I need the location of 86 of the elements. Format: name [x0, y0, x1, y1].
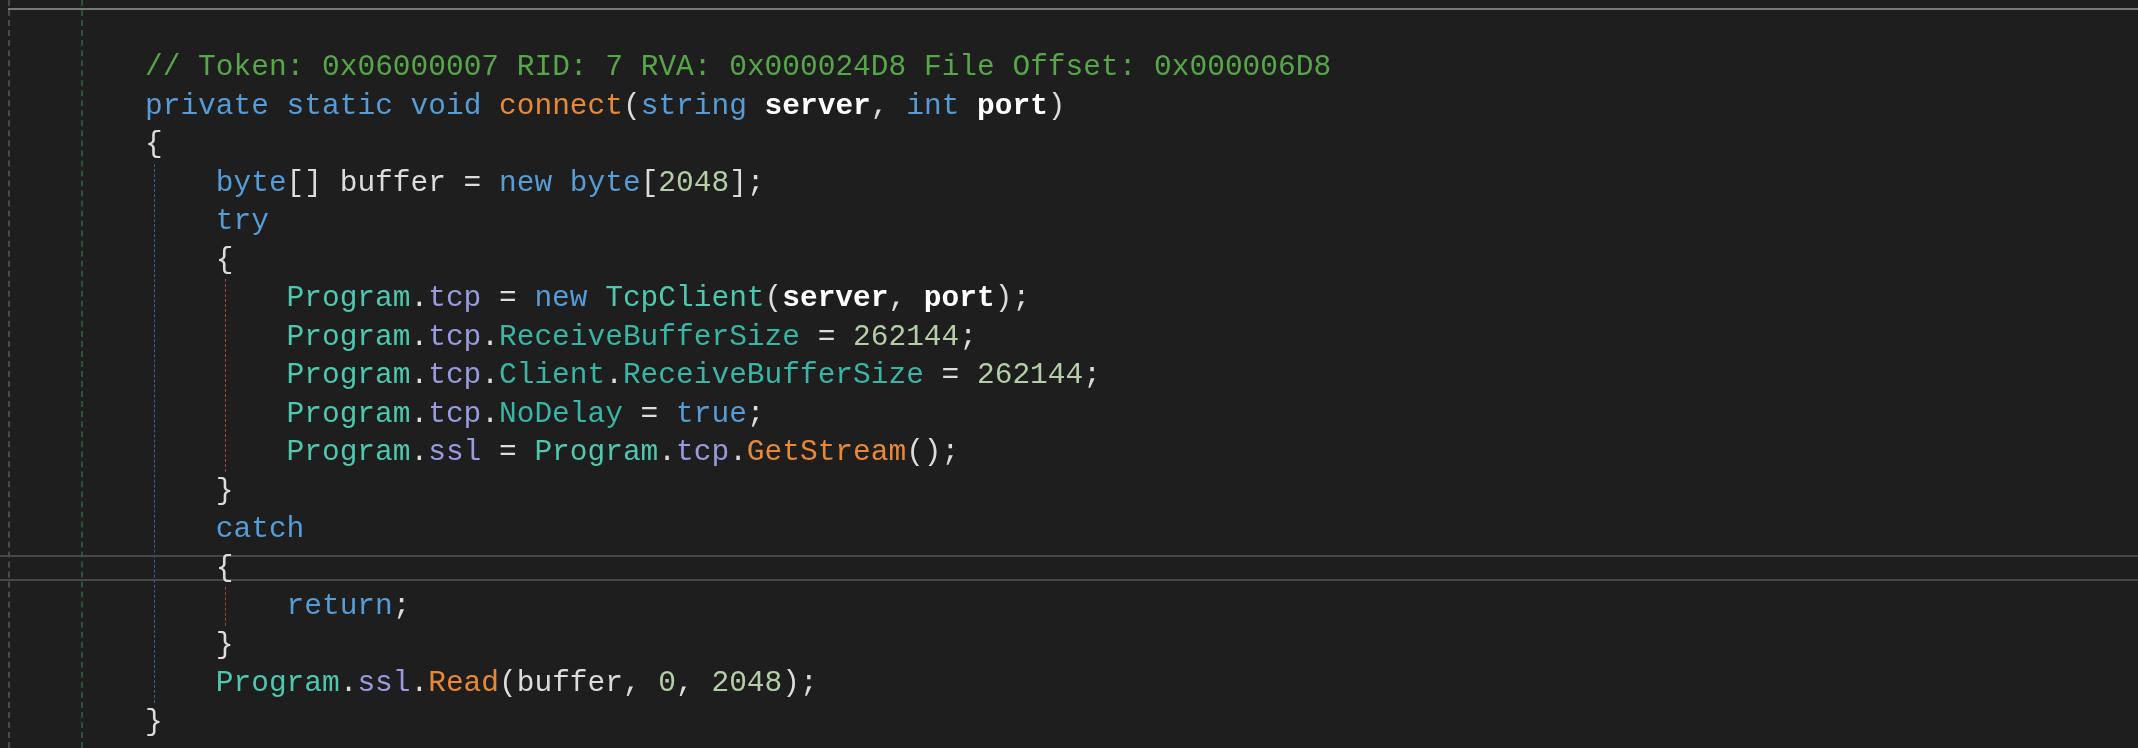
code-text: .: [410, 666, 429, 700]
code-text: =: [639, 396, 659, 431]
keyword: byte: [568, 165, 641, 200]
parameter: port: [922, 281, 995, 315]
code-text: ;: [746, 396, 765, 431]
field-name: tcp: [428, 396, 482, 431]
keyword: byte: [215, 165, 287, 200]
keyword: private: [145, 88, 269, 123]
parameter: server: [763, 88, 871, 123]
code-text: =: [816, 319, 836, 354]
code-text: .: [481, 319, 499, 354]
class-name: Program: [533, 435, 659, 469]
field-name: tcp: [676, 435, 730, 469]
code-text: ,: [676, 666, 694, 700]
code-text: (: [623, 88, 641, 123]
property-name: Client: [499, 358, 606, 392]
property-name: ReceiveBufferSize: [499, 319, 800, 354]
number-literal: 0: [657, 666, 677, 700]
field-name: tcp: [428, 358, 482, 392]
code-text: .: [410, 435, 429, 469]
code-text: [: [640, 165, 659, 200]
field-name: ssl: [428, 435, 482, 469]
code-text: .: [481, 396, 499, 431]
class-name: Program: [286, 396, 411, 431]
code-text: ): [1047, 88, 1066, 123]
code-text: );: [994, 281, 1031, 315]
code-text: =: [940, 358, 960, 392]
parameter: server: [782, 281, 889, 315]
code-text: ,: [888, 281, 907, 315]
parameter: port: [976, 88, 1048, 123]
code-text: (buffer,: [499, 666, 641, 700]
code-text: .: [481, 358, 499, 392]
comment: // Token: 0x06000007 RID: 7 RVA: 0x000024D8 File Offset: 0x000006D8: [145, 50, 1332, 84]
keyword: return: [286, 589, 393, 623]
code-text: (: [764, 281, 783, 315]
code-text: .: [605, 358, 623, 392]
field-name: tcp: [428, 281, 482, 315]
class-name: Program: [286, 319, 411, 354]
field-name: tcp: [428, 319, 482, 354]
keyword: new: [498, 165, 553, 200]
keyword: new: [533, 281, 588, 315]
code-text: ];: [729, 165, 765, 200]
field-name: ssl: [357, 666, 411, 700]
code-text: {: [215, 242, 234, 277]
class-name: Program: [286, 281, 411, 315]
code-text: .: [410, 319, 429, 354]
number-literal: 262144: [852, 319, 960, 354]
class-name: Program: [286, 358, 411, 392]
code-text: =: [498, 435, 517, 469]
keyword: try: [215, 204, 269, 238]
class-name: Program: [215, 666, 340, 700]
code-text: =: [498, 281, 517, 315]
keyword: int: [905, 88, 960, 123]
code-text: .: [729, 435, 747, 469]
number-literal: 2048: [658, 165, 730, 200]
method-name: Read: [428, 666, 500, 700]
code-text: {: [215, 550, 234, 585]
code-text: ;: [1083, 358, 1101, 392]
keyword: static: [285, 88, 393, 123]
keyword: string: [640, 88, 747, 123]
code-text: }: [215, 627, 234, 662]
code-text: .: [410, 358, 429, 392]
code-text: .: [410, 396, 429, 431]
number-literal: 262144: [975, 358, 1084, 392]
code-text: ,: [870, 88, 889, 123]
class-name: TcpClient: [604, 281, 765, 315]
keyword: true: [675, 396, 747, 431]
code-text: ();: [906, 435, 960, 469]
code-text: }: [145, 704, 163, 739]
code-text: {: [145, 127, 163, 161]
keyword: catch: [215, 512, 305, 546]
code-text: .: [658, 435, 677, 469]
code-text: ;: [959, 319, 977, 354]
code-text: [] buffer =: [286, 165, 482, 200]
code-text: .: [410, 281, 429, 315]
number-literal: 2048: [710, 666, 783, 700]
property-name: NoDelay: [499, 396, 623, 431]
class-name: Program: [286, 435, 411, 469]
code-text: .: [339, 666, 358, 700]
method-name: GetStream: [746, 435, 907, 469]
method-name: connect: [498, 88, 623, 123]
code-text: );: [782, 666, 818, 700]
code-text: ;: [392, 589, 411, 623]
property-name: ReceiveBufferSize: [622, 358, 924, 392]
code-text: }: [215, 473, 234, 508]
keyword: void: [409, 88, 482, 123]
